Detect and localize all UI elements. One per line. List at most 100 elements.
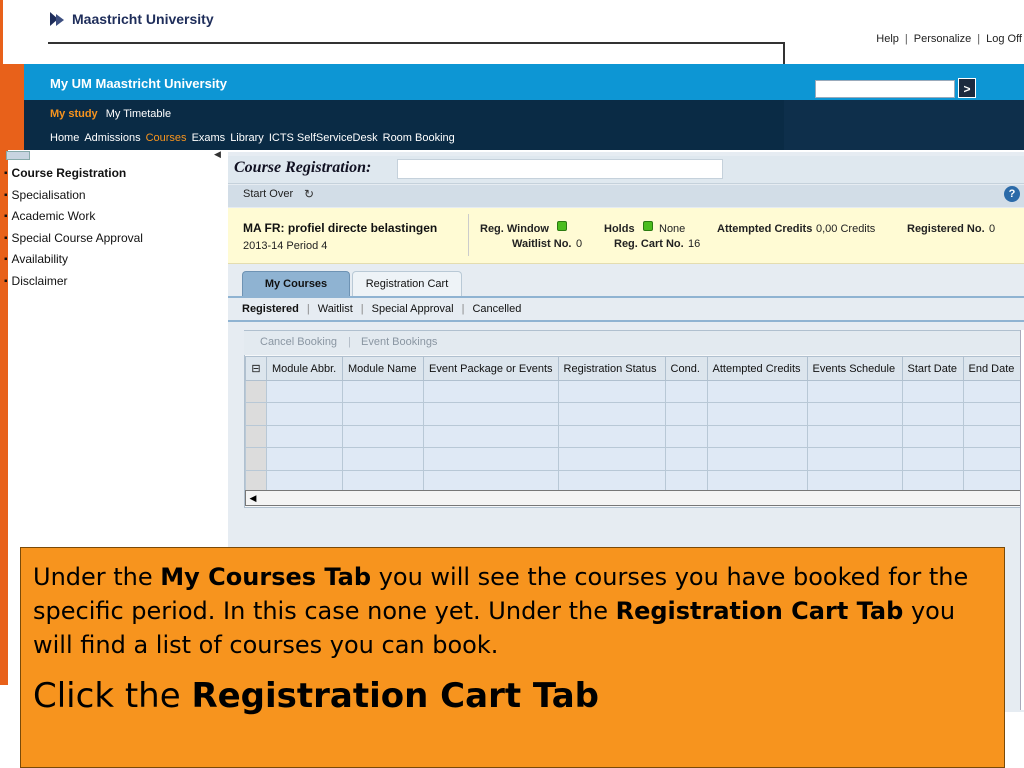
page: Maastricht University Help | Personalize… xyxy=(0,0,1024,768)
orange-accent-block xyxy=(0,64,24,150)
bullet-icon: ▪ xyxy=(4,275,8,287)
callout-text-part: Click the xyxy=(33,676,192,716)
reg-cart-label: Reg. Cart No. xyxy=(614,238,684,250)
registered-value: 0 xyxy=(989,223,996,235)
info-divider xyxy=(468,214,469,256)
separator: | xyxy=(360,303,364,315)
secondary-nav: Home Admissions Courses Exams Library IC… xyxy=(50,132,455,144)
separator: | xyxy=(977,33,981,45)
personalize-link[interactable]: Personalize xyxy=(914,33,971,45)
table-header-row: ⊟ Module Abbr. Module Name Event Package… xyxy=(245,356,1024,381)
logoff-link[interactable]: Log Off xyxy=(986,33,1022,45)
table-row[interactable] xyxy=(245,402,1024,426)
right-panel-edge xyxy=(1020,330,1024,710)
start-over-button[interactable]: Start Over xyxy=(243,188,293,200)
header-divider xyxy=(48,42,784,44)
column-header[interactable]: Attempted Credits xyxy=(706,356,808,381)
callout-instruction: Click the Registration Cart Tab xyxy=(33,676,992,716)
nav-my-study[interactable]: My study xyxy=(50,108,98,120)
header-divider-vertical xyxy=(783,42,785,64)
collapse-panel-icon[interactable]: ◀ xyxy=(214,149,221,160)
top-links: Help | Personalize | Log Off xyxy=(876,33,1022,45)
event-bookings-button[interactable]: Event Bookings xyxy=(361,336,437,348)
bullet-icon: ▪ xyxy=(4,168,8,179)
sidebar-item-label: Academic Work xyxy=(11,209,96,224)
table-settings-icon[interactable]: ⊟ xyxy=(245,356,267,381)
waitlist-label: Waitlist No. xyxy=(512,238,572,250)
nav-home[interactable]: Home xyxy=(50,132,79,144)
table-row[interactable] xyxy=(245,424,1024,449)
search-go-button[interactable]: > xyxy=(958,78,976,98)
subtab-registered[interactable]: Registered xyxy=(242,303,299,315)
help-icon[interactable]: ? xyxy=(1004,186,1020,202)
callout-emphasis: Registration Cart Tab xyxy=(615,597,904,625)
waitlist-value: 0 xyxy=(576,238,583,250)
instruction-callout: Under the My Courses Tab you will see th… xyxy=(20,547,1005,768)
tab-underline xyxy=(228,296,1024,298)
logo-text: Maastricht University xyxy=(72,11,214,27)
bullet-icon: ▪ xyxy=(4,211,8,223)
tab-my-courses[interactable]: My Courses xyxy=(242,271,350,296)
table-row[interactable] xyxy=(245,447,1024,471)
registered-label: Registered No. xyxy=(907,223,985,235)
table-row[interactable] xyxy=(245,379,1024,404)
subtab-waitlist[interactable]: Waitlist xyxy=(318,303,353,315)
cancel-booking-button[interactable]: Cancel Booking xyxy=(260,336,337,348)
subtab-underline xyxy=(228,320,1024,322)
reg-cart-value: 16 xyxy=(688,238,701,250)
column-header[interactable]: Cond. xyxy=(664,356,708,381)
university-logo[interactable]: Maastricht University xyxy=(48,10,214,28)
sidebar-item-course-registration[interactable]: ▪ Course Registration xyxy=(4,163,143,185)
nav-admissions[interactable]: Admissions xyxy=(84,132,140,144)
page-title: Course Registration: xyxy=(234,159,372,176)
sidebar-item-disclaimer[interactable]: ▪ Disclaimer xyxy=(4,271,143,293)
left-accent-bar xyxy=(0,0,3,64)
panel-resize-icon[interactable] xyxy=(6,151,30,160)
subtab-cancelled[interactable]: Cancelled xyxy=(472,303,521,315)
sidebar-item-special-course-approval[interactable]: ▪ Special Course Approval xyxy=(4,228,143,250)
separator: | xyxy=(904,33,908,45)
callout-emphasis: My Courses Tab xyxy=(160,563,372,591)
column-header[interactable]: Module Abbr. xyxy=(266,356,343,381)
column-header[interactable]: Registration Status xyxy=(557,356,666,381)
subtab-special-approval[interactable]: Special Approval xyxy=(372,303,454,315)
separator: | xyxy=(306,303,310,315)
reg-window-status-icon xyxy=(557,221,567,235)
column-header[interactable]: Start Date xyxy=(901,356,964,381)
sidebar-item-label: Availability xyxy=(11,252,69,267)
column-header[interactable]: Module Name xyxy=(342,356,424,381)
sidebar-item-academic-work[interactable]: ▪ Academic Work xyxy=(4,206,143,228)
sidebar-item-specialisation[interactable]: ▪ Specialisation xyxy=(4,185,143,207)
portal-search-input[interactable] xyxy=(815,80,955,98)
scroll-left-icon[interactable]: ◀ xyxy=(246,491,260,505)
holds-status-icon xyxy=(643,221,653,235)
holds-value: None xyxy=(659,223,686,235)
page-title-field[interactable] xyxy=(397,159,723,179)
refresh-icon[interactable]: ↻ xyxy=(304,187,314,201)
subtabs: Registered | Waitlist | Special Approval… xyxy=(242,303,521,315)
sidebar-item-label: Specialisation xyxy=(11,187,86,202)
program-name: MA FR: profiel directe belastingen xyxy=(243,221,438,235)
reg-window-label: Reg. Window xyxy=(480,223,549,235)
help-link[interactable]: Help xyxy=(876,33,899,45)
horizontal-scrollbar[interactable] xyxy=(245,490,1024,506)
portal-title: My UM Maastricht University xyxy=(50,76,227,91)
nav-room-booking[interactable]: Room Booking xyxy=(383,132,455,144)
tab-registration-cart[interactable]: Registration Cart xyxy=(352,271,462,296)
holds-label: Holds xyxy=(604,223,635,235)
separator: | xyxy=(348,336,351,348)
column-header[interactable]: Events Schedule xyxy=(806,356,903,381)
column-header[interactable]: Event Package or Events xyxy=(423,356,559,381)
nav-exams[interactable]: Exams xyxy=(192,132,226,144)
callout-text-part: Under the xyxy=(33,563,161,591)
attempted-credits-label: Attempted Credits xyxy=(717,223,813,235)
sidebar-item-label: Course Registration xyxy=(11,166,127,180)
nav-my-timetable[interactable]: My Timetable xyxy=(106,108,171,120)
sidebar-item-availability[interactable]: ▪ Availability xyxy=(4,249,143,271)
toolbar xyxy=(228,185,1024,207)
nav-icts-selfservicedesk[interactable]: ICTS SelfServiceDesk xyxy=(269,132,378,144)
nav-courses[interactable]: Courses xyxy=(146,132,187,144)
column-header[interactable]: End Date xyxy=(962,356,1024,381)
program-info-panel xyxy=(228,208,1024,264)
nav-library[interactable]: Library xyxy=(230,132,264,144)
